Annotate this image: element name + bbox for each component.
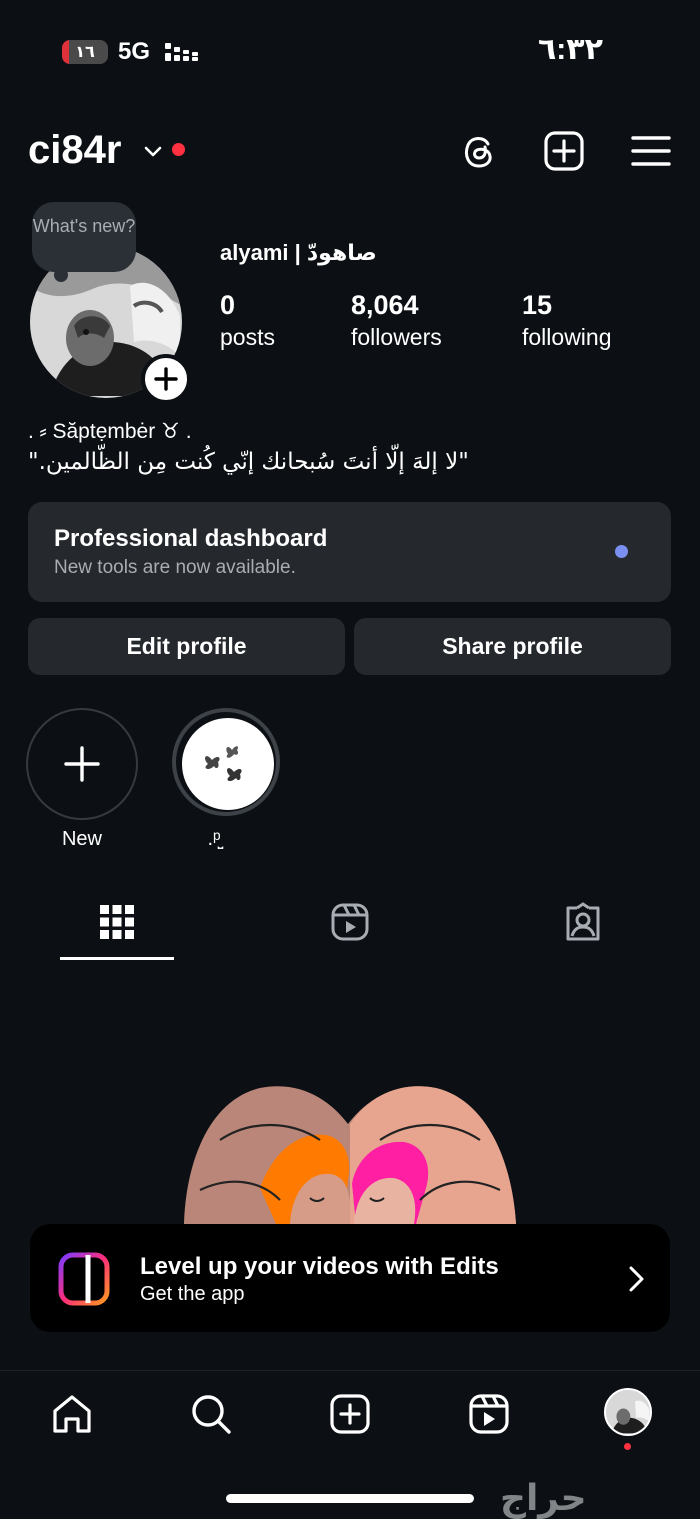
- heart-hands-illustration: [184, 1086, 516, 1224]
- highlight-cover[interactable]: [182, 718, 274, 810]
- watermark: حراج: [500, 1478, 587, 1519]
- battery-level: ١٦: [75, 44, 95, 61]
- notes-bubble[interactable]: What's new?: [32, 202, 136, 282]
- posts-count[interactable]: 0 posts: [220, 290, 275, 351]
- plus-icon: [64, 746, 100, 782]
- share-profile-button[interactable]: Share profile: [354, 618, 671, 675]
- network-type: 5G: [118, 38, 151, 65]
- plus-icon: [154, 367, 178, 391]
- reels-nav-icon[interactable]: [467, 1392, 511, 1436]
- edit-profile-button[interactable]: Edit profile: [28, 618, 345, 675]
- bio-quote: "لا إلهَ إلّا أنتَ سُبحانك إنّي كُنت مِن…: [28, 449, 469, 475]
- posts-count-label: posts: [220, 324, 275, 350]
- add-story-button[interactable]: [141, 354, 191, 404]
- tagged-icon[interactable]: [563, 902, 603, 942]
- home-icon[interactable]: [50, 1392, 94, 1436]
- banner-title: Level up your videos with Edits: [140, 1253, 499, 1280]
- butterflies-icon: [205, 746, 242, 782]
- search-icon[interactable]: [189, 1392, 233, 1436]
- following-count-label: following: [522, 324, 612, 350]
- threads-icon[interactable]: [458, 130, 500, 172]
- dashboard-title: Professional dashboard: [54, 525, 328, 552]
- following-count-value: 15: [522, 290, 553, 320]
- following-count[interactable]: 15 following: [522, 290, 612, 351]
- reels-icon[interactable]: [330, 902, 370, 942]
- account-switcher-username[interactable]: ci84r: [28, 128, 121, 173]
- display-name: alyami | صاهودّ: [220, 240, 377, 265]
- signal-icon: [165, 43, 198, 61]
- home-indicator: [226, 1494, 474, 1503]
- chevron-right-icon[interactable]: [624, 1264, 648, 1294]
- unread-dot: [615, 545, 628, 558]
- posts-count-value: 0: [220, 290, 236, 320]
- new-highlight-button[interactable]: [26, 708, 138, 820]
- followers-count-value: 8,064: [351, 290, 419, 320]
- profile-tab-avatar[interactable]: [604, 1388, 652, 1436]
- battery-indicator: ١٦: [62, 40, 108, 64]
- menu-icon[interactable]: [630, 130, 672, 172]
- banner-subtitle: Get the app: [140, 1283, 245, 1305]
- dashboard-subtitle: New tools are now available.: [54, 557, 296, 578]
- grid-icon[interactable]: [97, 902, 137, 942]
- highlight-label: .ᵖ̤̮: [207, 828, 221, 850]
- status-time: ٦:٣٢: [538, 33, 603, 66]
- avatar-photo-small: [606, 1390, 650, 1434]
- followers-count[interactable]: 8,064 followers: [351, 290, 442, 351]
- create-post-icon[interactable]: [543, 130, 585, 172]
- bottom-nav-divider: [0, 1370, 700, 1371]
- notification-dot: [172, 143, 185, 156]
- highlight-label-new: New: [61, 828, 102, 850]
- chevron-down-icon[interactable]: [142, 140, 164, 162]
- create-icon[interactable]: [328, 1392, 372, 1436]
- edits-app-icon: [58, 1252, 110, 1306]
- bio-line: . ⸗ Săptẹmbėr ♉︎ .: [28, 420, 192, 443]
- active-tab-indicator: [60, 957, 174, 960]
- profile-notification-dot: [624, 1443, 631, 1450]
- followers-count-label: followers: [351, 324, 442, 350]
